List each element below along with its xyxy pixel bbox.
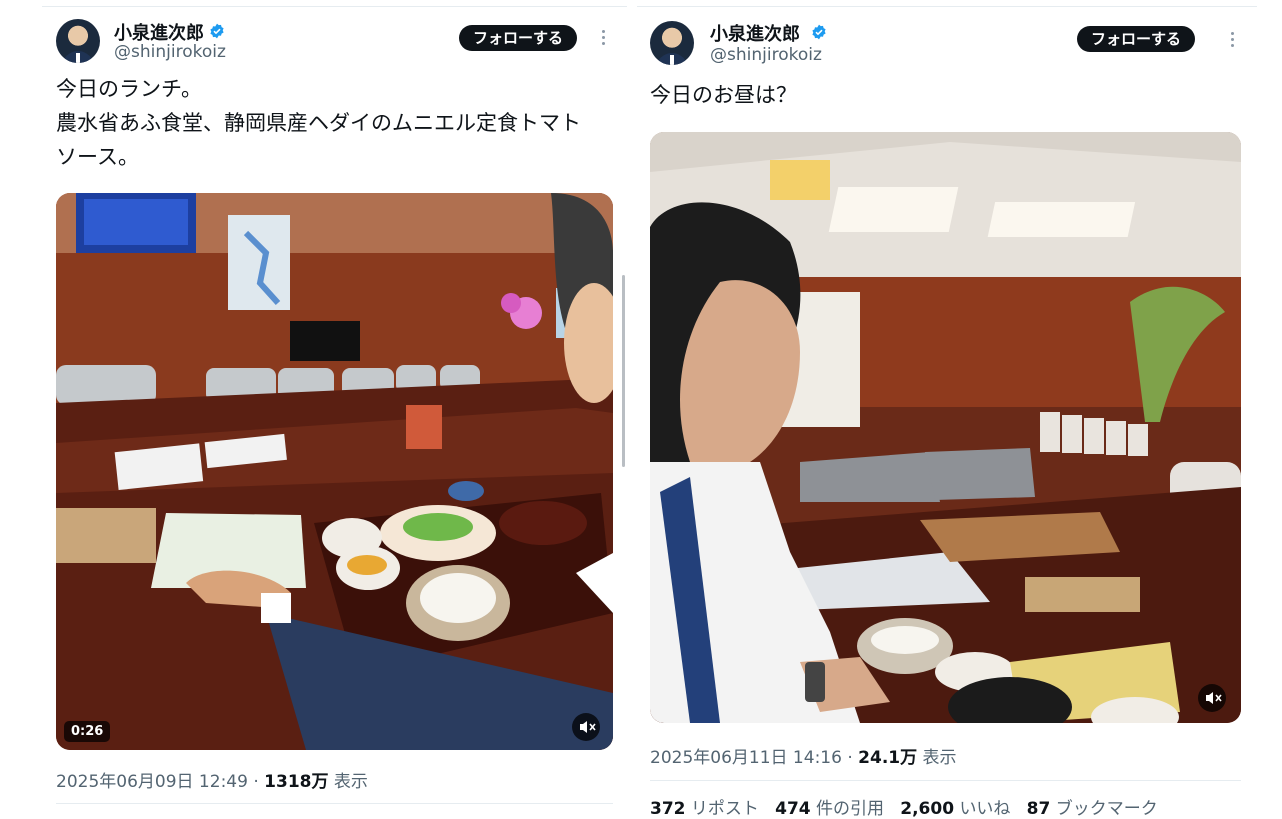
likes-count: 2,600 xyxy=(900,799,955,819)
verified-badge-icon xyxy=(210,23,224,39)
bookmarks-label: ブックマーク xyxy=(1055,799,1158,819)
tweet-text: 今日のランチ。 農水省あふ食堂、静岡県産ヘダイのムニエル定食トマト ソース。 xyxy=(56,72,581,174)
quotes-label: 件の引用 xyxy=(816,799,885,819)
meta-divider xyxy=(56,803,613,804)
tweet-text-line: 今日のランチ。 xyxy=(56,77,202,101)
author-avatar[interactable] xyxy=(650,21,694,65)
mute-icon[interactable] xyxy=(1198,684,1226,712)
lunch-video-frame xyxy=(650,132,1241,723)
view-label: 表示 xyxy=(333,772,368,792)
bookmarks-stat[interactable]: 87 ブックマーク xyxy=(1027,799,1158,819)
quotes-count: 474 xyxy=(775,799,811,819)
likes-label: いいね xyxy=(959,799,1011,819)
meta-separator: · xyxy=(253,772,259,792)
bookmarks-count: 87 xyxy=(1026,799,1051,819)
more-options-icon[interactable] xyxy=(1229,30,1235,48)
video-player[interactable] xyxy=(650,132,1241,723)
video-player[interactable]: 0:26 xyxy=(56,193,613,750)
engagement-stats: 372 リポスト 474 件の引用 2,600 いいね 87 ブックマーク xyxy=(650,794,1158,819)
mute-icon[interactable] xyxy=(572,713,600,741)
tweet-meta: 2025年06月09日 12:49 · 1318万 表示 xyxy=(56,767,368,792)
more-options-icon[interactable] xyxy=(600,28,606,46)
author-avatar[interactable] xyxy=(56,19,100,63)
meta-separator: · xyxy=(847,748,853,768)
follow-button[interactable]: フォローする xyxy=(459,25,578,51)
tweet-text-line: 農水省あふ食堂、静岡県産ヘダイのムニエル定食トマト xyxy=(56,111,581,135)
scrollbar-thumb[interactable] xyxy=(622,275,625,467)
view-count: 1318万 xyxy=(264,772,329,792)
tweet-meta: 2025年06月11日 14:16 · 24.1万 表示 xyxy=(650,743,957,768)
tweet-date[interactable]: 2025年06月09日 12:49 xyxy=(56,772,248,792)
verified-badge-icon xyxy=(812,24,826,40)
reposts-label: リポスト xyxy=(690,799,759,819)
tweet-text-line: ソース。 xyxy=(56,145,139,169)
reposts-stat[interactable]: 372 リポスト xyxy=(650,799,759,819)
meta-divider xyxy=(650,780,1241,781)
view-label: 表示 xyxy=(922,748,957,768)
tweet-date[interactable]: 2025年06月11日 14:16 xyxy=(650,748,842,768)
author-name[interactable]: 小泉進次郎 xyxy=(710,20,800,46)
video-timestamp: 0:26 xyxy=(64,721,111,742)
quotes-stat[interactable]: 474 件の引用 xyxy=(775,799,884,819)
follow-button[interactable]: フォローする xyxy=(1077,26,1196,52)
tweet-text: 今日のお昼は？ xyxy=(650,83,797,107)
view-count: 24.1万 xyxy=(858,748,918,768)
top-divider-left xyxy=(42,6,627,7)
reposts-count: 372 xyxy=(650,799,686,819)
author-handle[interactable]: @shinjirokoiz xyxy=(114,42,226,62)
top-divider-right xyxy=(637,6,1257,7)
lunch-video-frame xyxy=(56,193,613,750)
author-handle[interactable]: @shinjirokoiz xyxy=(710,45,822,65)
likes-stat[interactable]: 2,600 いいね xyxy=(900,799,1010,819)
